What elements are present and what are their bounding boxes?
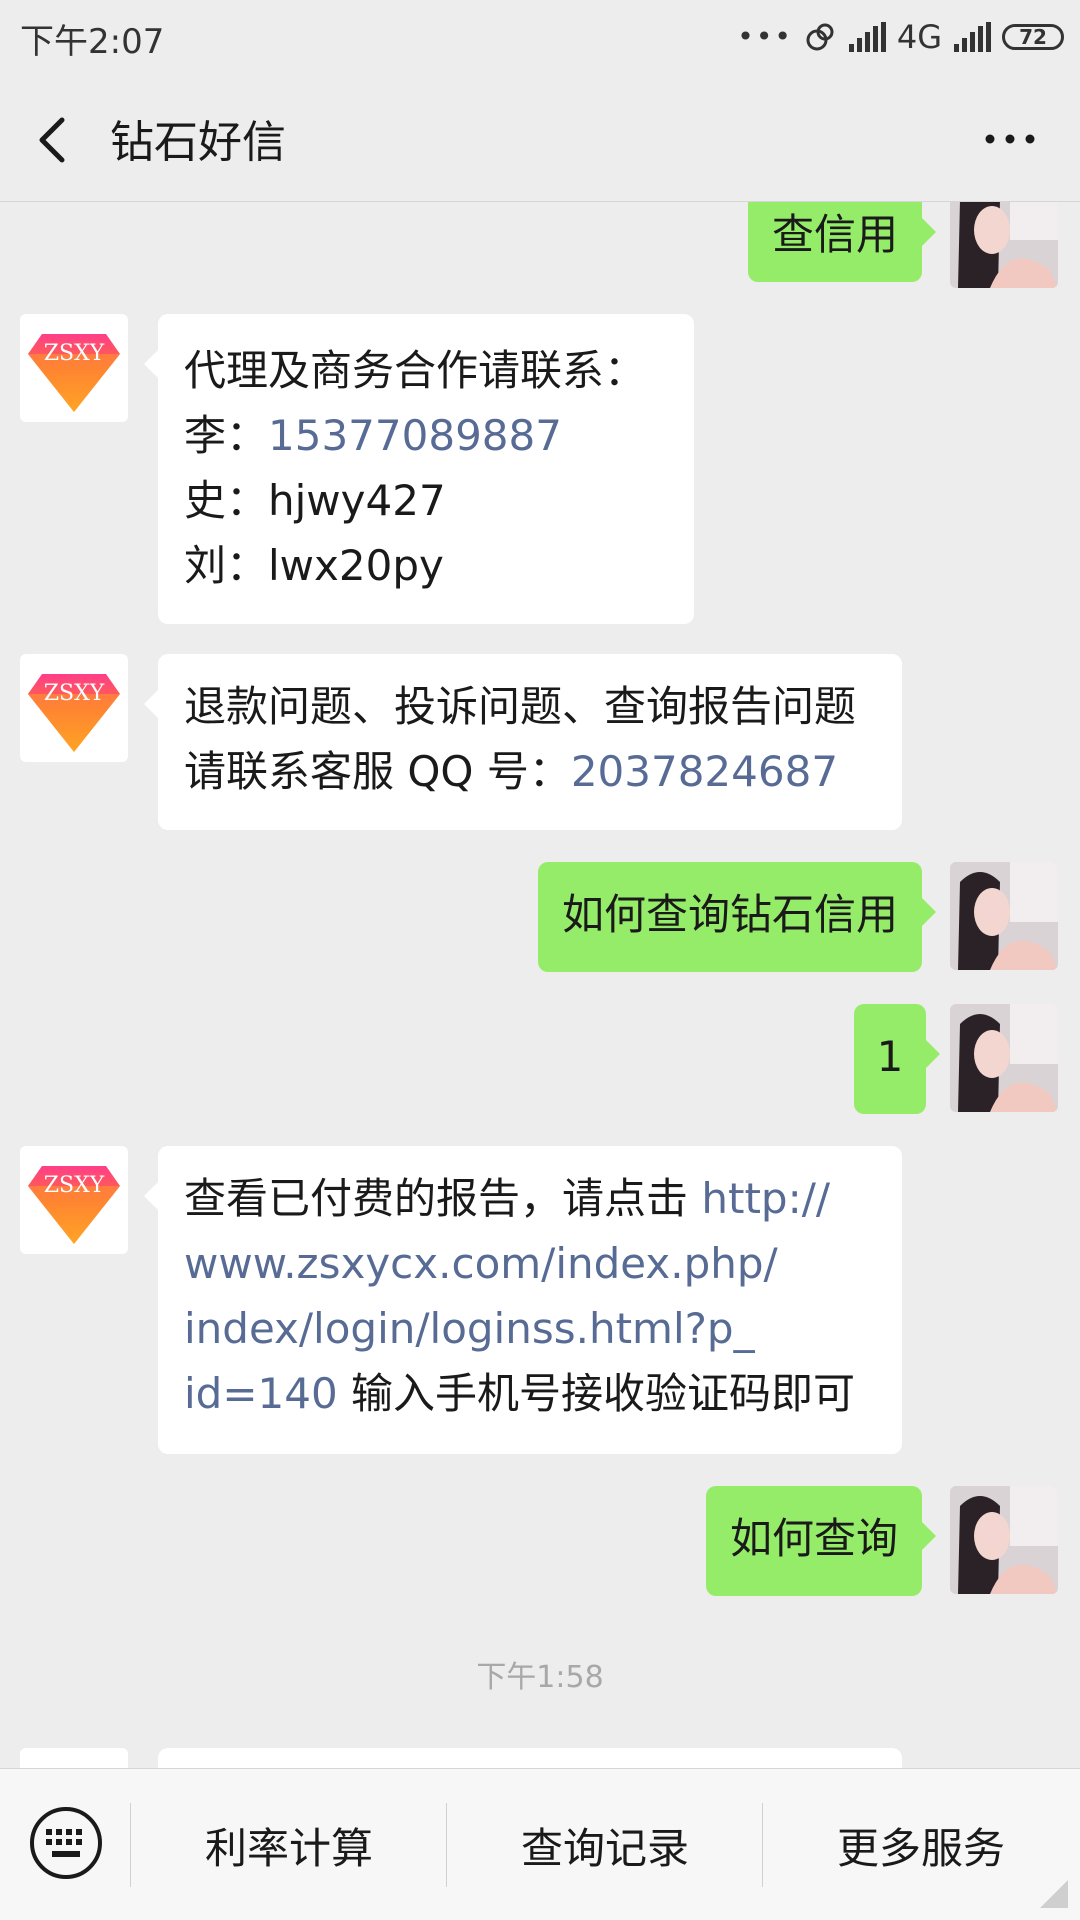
user-avatar[interactable] <box>950 202 1058 288</box>
official-account-avatar[interactable] <box>20 1748 128 1768</box>
message-bubble-sent[interactable]: 如何查询钻石信用 <box>537 862 937 972</box>
diamond-logo-icon: ZSXY <box>28 334 120 412</box>
message-bubble-received[interactable]: 代理及商务合作请联系： 李：15377089887 史：hjwy427 刘：lw… <box>144 314 694 624</box>
link-icon <box>806 23 834 51</box>
status-bar: 下午2:07 ••• 4G 72 <box>0 0 1080 74</box>
back-button[interactable] <box>26 104 86 174</box>
message-line: 请联系客服 QQ 号：2037824687 <box>184 739 876 804</box>
chevron-left-icon <box>39 117 65 163</box>
user-photo <box>950 862 1058 970</box>
user-avatar[interactable] <box>950 1004 1058 1112</box>
phone-link[interactable]: 15377089887 <box>268 411 562 460</box>
official-account-avatar[interactable]: ZSXY <box>20 654 128 762</box>
logo-text: ZSXY <box>44 341 105 366</box>
message-bubble-received[interactable]: 查看已付费的报告，请点击 http:// www.zsxycx.com/inde… <box>144 1146 902 1454</box>
message-text: 如何查询 <box>729 1514 898 1563</box>
report-link[interactable]: index/login/loginss.html?p_ <box>184 1296 876 1361</box>
official-account-avatar[interactable]: ZSXY <box>20 314 128 422</box>
diamond-logo-icon: ZSXY <box>28 1166 120 1244</box>
user-photo <box>950 202 1058 288</box>
message-text: 1 <box>876 1032 904 1081</box>
message-bubble-sent[interactable]: 1 <box>854 1004 940 1114</box>
message-bubble-sent[interactable]: 查信用 <box>747 202 937 282</box>
message-line: 退款问题、投诉问题、查询报告问题 <box>184 682 857 731</box>
report-link[interactable]: www.zsxycx.com/index.php/ <box>184 1231 876 1296</box>
diamond-logo-icon <box>20 1748 128 1768</box>
logo-text: ZSXY <box>44 681 105 706</box>
message-bubble-received[interactable]: 退款问题、投诉问题、查询报告问题 请联系客服 QQ 号：2037824687 <box>144 654 902 830</box>
message-text: 查看已付费的报告，请点击 <box>184 1174 702 1223</box>
resize-handle-icon <box>1040 1880 1068 1908</box>
contact-label: 请联系客服 QQ 号： <box>184 747 571 796</box>
message-line: 查看已付费的报告，请点击 http:// <box>184 1166 876 1231</box>
keyboard-toggle-button[interactable] <box>28 1805 104 1881</box>
report-link[interactable]: http:// <box>701 1174 830 1223</box>
logo-text: ZSXY <box>44 1173 105 1198</box>
user-avatar[interactable] <box>950 1486 1058 1594</box>
battery-icon: 72 <box>1002 24 1064 50</box>
status-time: 下午2:07 <box>20 22 165 62</box>
chat-messages[interactable]: 查信用 ZSXY 代理及商务合作请联系： 李：15377089887 史：hjw… <box>0 202 1080 1768</box>
message-bubble-sent[interactable]: 如何查询 <box>705 1486 937 1596</box>
report-link[interactable]: id=140 <box>184 1369 338 1418</box>
menu-more-services[interactable]: 更多服务 <box>762 1815 1080 1876</box>
menu-rate-calculator[interactable]: 利率计算 <box>130 1815 448 1876</box>
contact-label: 李： <box>184 411 269 460</box>
nav-bar: 钻石好信 <box>0 74 1080 202</box>
battery-level: 72 <box>1019 25 1047 49</box>
menu-query-history[interactable]: 查询记录 <box>446 1815 764 1876</box>
bottom-menu-bar: 利率计算 查询记录 更多服务 <box>0 1768 1080 1920</box>
message-text: 如何查询钻石信用 <box>561 890 898 939</box>
message-text: 查信用 <box>771 210 898 259</box>
message-timestamp: 下午1:58 <box>476 1660 604 1695</box>
message-bubble-received[interactable] <box>158 1748 902 1768</box>
more-options-button[interactable] <box>980 114 1040 164</box>
diamond-logo-icon: ZSXY <box>28 674 120 752</box>
status-icons: ••• 4G 72 <box>737 16 1064 58</box>
message-line: 刘：lwx20py <box>184 541 444 590</box>
chat-title: 钻石好信 <box>110 117 286 168</box>
network-type: 4G <box>896 18 942 56</box>
message-text: 输入手机号接收验证码即可 <box>337 1369 856 1418</box>
user-photo <box>950 1004 1058 1112</box>
user-photo <box>950 1486 1058 1594</box>
user-avatar[interactable] <box>950 862 1058 970</box>
message-line: 李：15377089887 <box>184 403 668 468</box>
message-line: id=140 输入手机号接收验证码即可 <box>184 1361 876 1426</box>
qq-link[interactable]: 2037824687 <box>571 747 838 796</box>
more-notifications-icon: ••• <box>737 20 793 53</box>
signal-icon-2 <box>954 22 991 52</box>
more-icon <box>985 134 1035 144</box>
message-line: 代理及商务合作请联系： <box>184 346 647 395</box>
official-account-avatar[interactable]: ZSXY <box>20 1146 128 1254</box>
message-line: 史：hjwy427 <box>184 476 446 525</box>
signal-icon <box>848 22 886 52</box>
keyboard-icon <box>30 1807 102 1879</box>
